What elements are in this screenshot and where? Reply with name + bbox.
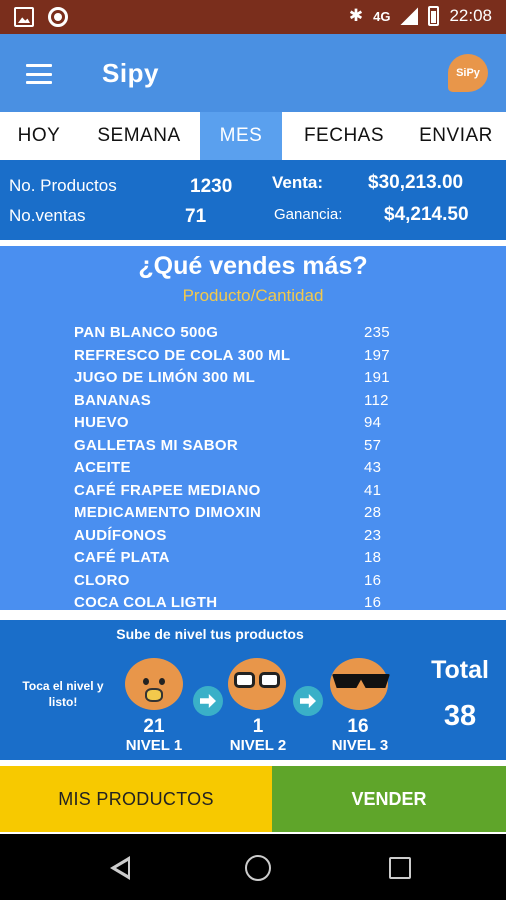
list-item[interactable]: JUGO DE LIMÓN 300 ML 191 <box>74 369 404 392</box>
product-name: PAN BLANCO 500G <box>74 324 219 341</box>
product-qty: 16 <box>364 594 382 610</box>
product-qty: 28 <box>364 504 382 521</box>
product-name: CAFÉ PLATA <box>74 549 170 566</box>
product-qty: 16 <box>364 571 382 589</box>
recent-apps-icon[interactable] <box>389 857 411 879</box>
list-item[interactable]: HUEVO 94 <box>74 414 404 437</box>
period-tabs: HOY SEMANA MES FECHAS ENVIAR <box>0 112 506 160</box>
profit-value: $4,214.50 <box>384 204 469 225</box>
product-name: BANANAS <box>74 391 152 409</box>
network-type: 4G <box>373 8 391 24</box>
app-bar: Sipy SiPy <box>0 34 506 112</box>
list-item[interactable]: COCA COLA LIGTH 16 <box>74 594 404 610</box>
product-name: CLORO <box>74 571 130 589</box>
total-label: Total <box>431 656 489 684</box>
products-label: No. Productos <box>9 176 117 195</box>
top-products-title: ¿Qué vendes más? <box>138 252 368 280</box>
levels-title: Sube de nivel tus productos <box>116 626 304 642</box>
product-qty: 41 <box>364 481 382 499</box>
my-products-button[interactable]: MIS PRODUCTOS <box>0 766 272 832</box>
sales-count-label: No.ventas <box>9 206 86 225</box>
summary-panel: No. Productos 1230 No.ventas 71 Venta: $… <box>0 160 506 240</box>
level-3-label[interactable]: NIVEL 3 <box>310 737 410 754</box>
record-notification-icon <box>48 7 68 27</box>
product-name: MEDICAMENTO DIMOXIN <box>74 504 262 521</box>
product-qty: 197 <box>364 346 390 364</box>
revenue-value: $30,213.00 <box>368 172 464 193</box>
bluetooth-icon: ✱ <box>348 6 364 25</box>
list-item[interactable]: CAFÉ PLATA 18 <box>74 549 404 572</box>
list-item[interactable]: PAN BLANCO 500G 235 <box>74 324 404 347</box>
menu-icon[interactable] <box>26 64 52 84</box>
product-qty: 94 <box>364 414 382 431</box>
list-item[interactable]: CAFÉ FRAPEE MEDIANO 41 <box>74 482 404 505</box>
home-icon[interactable] <box>245 855 271 881</box>
tab-enviar[interactable]: ENVIAR <box>406 112 506 160</box>
image-notification-icon <box>14 7 34 27</box>
product-qty: 57 <box>364 436 382 454</box>
signal-icon <box>400 7 419 25</box>
level-3-count: 16 <box>347 716 369 737</box>
sipy-logo-icon[interactable]: SiPy <box>448 54 488 92</box>
sell-button[interactable]: VENDER <box>272 766 506 832</box>
levels-panel: Sube de nivel tus productos Toca el nive… <box>0 620 506 760</box>
top-products-subtitle: Producto/Cantidad <box>182 286 324 305</box>
revenue-label: Venta: <box>272 173 324 192</box>
list-item[interactable]: ACEITE 43 <box>74 459 404 482</box>
product-qty: 23 <box>364 526 382 544</box>
tab-semana[interactable]: SEMANA <box>78 112 200 160</box>
status-bar: ✱ 4G 22:08 <box>0 0 506 34</box>
app-title: Sipy <box>102 58 159 88</box>
product-qty: 18 <box>364 549 382 566</box>
list-item[interactable]: CLORO 16 <box>74 572 404 595</box>
arrow-right-icon <box>193 686 223 716</box>
levels-hint: Toca el nivel y listo! <box>22 679 104 709</box>
clock: 22:08 <box>449 6 492 25</box>
tab-fechas[interactable]: FECHAS <box>282 112 406 160</box>
battery-icon <box>428 6 440 26</box>
glasses-face-icon[interactable] <box>228 658 286 710</box>
product-name: HUEVO <box>74 414 129 431</box>
product-name: JUGO DE LIMÓN 300 ML <box>74 369 256 386</box>
total-value: 38 <box>443 700 477 732</box>
system-nav-bar <box>0 834 506 900</box>
level-1-label[interactable]: NIVEL 1 <box>104 737 204 754</box>
product-qty: 235 <box>364 324 390 341</box>
level-1-count: 21 <box>143 716 165 737</box>
baby-face-icon[interactable] <box>125 658 183 710</box>
profit-label: Ganancia: <box>274 206 343 223</box>
list-item[interactable]: MEDICAMENTO DIMOXIN 28 <box>74 504 404 527</box>
tab-hoy[interactable]: HOY <box>0 112 78 160</box>
level-2-count: 1 <box>252 716 264 737</box>
tab-mes[interactable]: MES <box>200 112 282 160</box>
product-qty: 43 <box>364 459 382 476</box>
list-item[interactable]: AUDÍFONOS 23 <box>74 527 404 550</box>
product-name: COCA COLA LIGTH <box>74 594 218 610</box>
product-qty: 191 <box>364 369 390 386</box>
product-qty: 112 <box>364 391 389 409</box>
product-name: AUDÍFONOS <box>74 526 167 544</box>
list-item[interactable]: GALLETAS MI SABOR 57 <box>74 437 404 460</box>
list-item[interactable]: BANANAS 112 <box>74 392 404 415</box>
sunglasses-face-icon[interactable] <box>330 658 390 710</box>
product-name: ACEITE <box>74 459 131 476</box>
level-2-label[interactable]: NIVEL 2 <box>208 737 308 754</box>
list-item[interactable]: REFRESCO DE COLA 300 ML 197 <box>74 347 404 370</box>
products-value: 1230 <box>190 176 233 197</box>
top-products-panel[interactable]: ¿Qué vendes más? Producto/Cantidad PAN B… <box>0 246 506 610</box>
arrow-right-icon <box>293 686 323 716</box>
product-name: CAFÉ FRAPEE MEDIANO <box>74 481 261 499</box>
product-list[interactable]: PAN BLANCO 500G 235 REFRESCO DE COLA 300 … <box>74 324 404 610</box>
product-name: GALLETAS MI SABOR <box>74 436 238 454</box>
product-name: REFRESCO DE COLA 300 ML <box>74 346 291 364</box>
sales-count-value: 71 <box>185 206 207 227</box>
